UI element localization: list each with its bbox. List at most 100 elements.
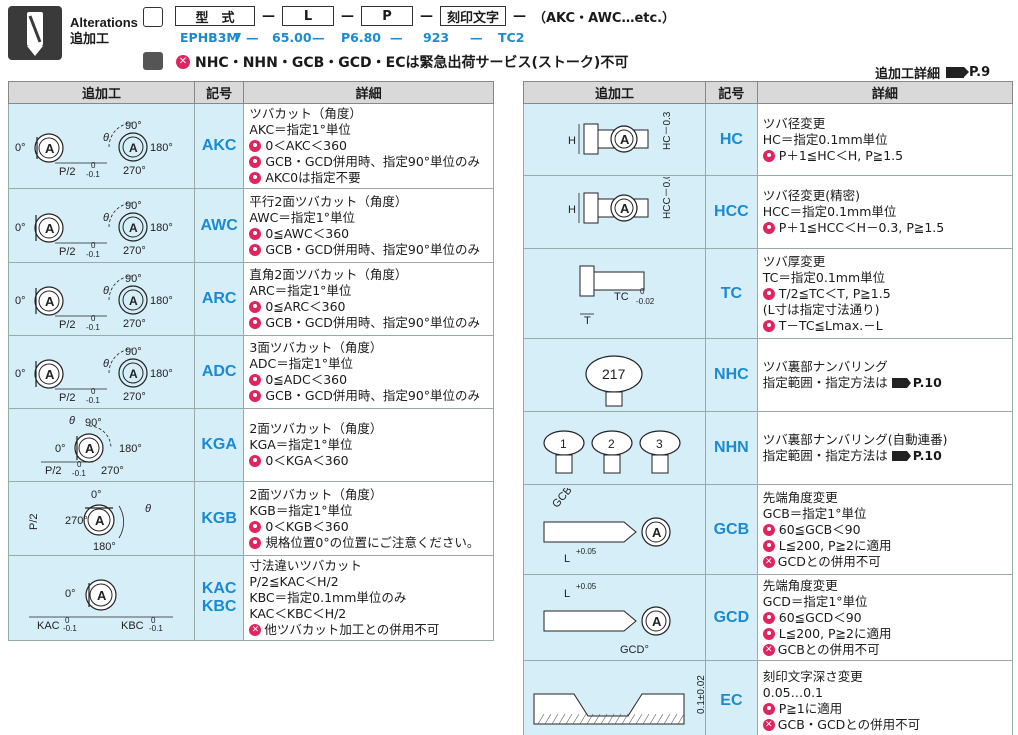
- detail-cell: 直角2面ツバカット（角度） ARC＝指定1°単位 0≦ARC＜360 GCB・GCD併…: [243, 262, 494, 336]
- tol-upper: 0: [91, 314, 96, 323]
- detail-text: GCB・GCDとの併用不可: [777, 717, 921, 732]
- alteration-figure: A 0° 90° 180° 270° θ P/2 0-0.1: [41, 415, 142, 478]
- tol-upper: +0.05: [576, 547, 597, 556]
- figure-cell: L +0.05 GCD° A: [523, 574, 706, 661]
- code-box-l: L: [282, 6, 334, 26]
- page-ref-link[interactable]: P.10: [913, 448, 942, 464]
- truck-icon: [143, 52, 163, 70]
- detail-text: HCC＝指定0.1mm単位: [762, 204, 897, 219]
- code-box-marking: 刻印文字: [440, 6, 506, 26]
- detail-text: 0＜KGA＜360: [265, 453, 349, 468]
- detail-line: 60≦GCB＜90: [762, 521, 1007, 538]
- prohibited-icon: ✕: [762, 555, 775, 568]
- detail-cell: 刻印文字深さ変更 0.05…0.1 P≧1に適用 ✕ GCB・GCDとの併用不可: [756, 660, 1014, 735]
- detail-text: ADC＝指定1°単位: [249, 356, 353, 371]
- h-dimension: H: [568, 135, 576, 147]
- figure-cell: 0° A A 90° 180° 270° θ P/2 0 -0.1: [8, 335, 195, 409]
- shank-side: [593, 271, 645, 290]
- theta-label: θ: [103, 132, 109, 144]
- theta-label: θ: [103, 285, 109, 297]
- detail-line: GCB・GCD併用時、指定90°単位のみ: [249, 242, 488, 258]
- figure-cell: A 0° 90° 180° 270° θ P/2 0 -0.1: [8, 408, 195, 482]
- marking-number: 217: [602, 366, 626, 382]
- note-icon: [762, 539, 775, 552]
- detail-line: 0.05…0.1: [763, 685, 1007, 701]
- page-ref-link[interactable]: P.10: [913, 375, 942, 391]
- detail-cell: 寸法違いツバカット P/2≦KAC＜H/2 KBC＝指定0.1mm単位のみ KAC＜K…: [243, 555, 494, 641]
- note-icon: [249, 390, 262, 402]
- alteration-figure: 0° A A 90° 180° 270° θ P/2 0-0.1: [15, 200, 173, 259]
- dial-letter: A: [129, 221, 138, 235]
- detail-line: ツバ裏部ナンバリング: [763, 359, 1007, 375]
- detail-text: 2面ツバカット（角度）: [249, 486, 383, 502]
- note-icon: [762, 222, 775, 234]
- detail-text: P＋1≦HC＜H, P≧1.5: [778, 147, 904, 163]
- angle-0: 0°: [15, 142, 26, 154]
- table-row: T TC 0 -0.02 TC ツバ厚変更 TC＝指定0.1mm単位 T/2≦TC＜T, P≧…: [523, 248, 1014, 339]
- shank: [603, 454, 621, 474]
- detail-text: GCDとの併用不可: [777, 553, 881, 569]
- dial-letter: A: [129, 367, 138, 381]
- note-icon: [249, 455, 262, 467]
- marking-letter: A: [97, 588, 107, 603]
- detail-line: 規格位置0°の位置にご注意ください。: [249, 535, 488, 551]
- angle-180: 180°: [150, 295, 173, 307]
- detail-text: KAC＜KBC＜H/2: [249, 606, 347, 621]
- figure-cell: 0.1±0.02: [523, 660, 706, 735]
- note-icon: [762, 523, 775, 536]
- right-alterations-table: 追加工 記号 詳細 H A HC－0.3 HC ツバ径変更 HC＝指定0.1mm単位 P＋1…: [523, 81, 1014, 735]
- dial-letter: A: [129, 294, 138, 308]
- detail-text: GCB・GCD併用時、指定90°単位のみ: [265, 154, 481, 169]
- detail-line: 2面ツバカット（角度）: [249, 421, 488, 437]
- shank: [605, 391, 623, 407]
- marking-letter: A: [45, 141, 55, 156]
- detail-text: 指定範囲・指定方法は: [762, 375, 888, 390]
- detail-line: GCB・GCD併用時、指定90°単位のみ: [249, 388, 488, 404]
- detail-line: ✕ 他ツバカット加工との併用不可: [249, 622, 488, 638]
- marking-letter: A: [620, 132, 630, 147]
- table-row: H A HC－0.3 HC ツバ径変更 HC＝指定0.1mm単位 P＋1≦HC＜H, P≧1…: [523, 103, 1014, 176]
- detail-text: 0≦ARC＜360: [265, 299, 346, 314]
- detail-line: KGB＝指定1°単位: [249, 503, 488, 519]
- detail-text: P/2≦KAC＜H/2: [249, 574, 339, 589]
- dial-letter: A: [129, 141, 138, 155]
- detail-line: ツバ径変更: [763, 116, 1007, 132]
- detail-line: ARC＝指定1°単位: [249, 283, 488, 299]
- detail-text: 寸法違いツバカット: [249, 558, 362, 573]
- detail-text: 0.05…0.1: [762, 685, 823, 700]
- marking-number: 2: [608, 437, 615, 451]
- pin-tip-side: [543, 610, 637, 631]
- alteration-figure: 1 2 3: [543, 430, 681, 474]
- detail-line: 先端角度変更: [763, 490, 1007, 506]
- phone-icon: [143, 7, 163, 27]
- detail-reference[interactable]: 追加工詳細 P.9: [875, 63, 990, 82]
- detail-text: 60≦GCB＜90: [778, 521, 861, 537]
- detail-line: AWC＝指定1°単位: [249, 210, 488, 226]
- detail-text: 0≦ADC＜360: [265, 372, 348, 387]
- kac-dimension: KAC: [37, 620, 60, 631]
- note-icon: [249, 520, 262, 533]
- tol-lower: -0.1: [86, 250, 100, 259]
- detail-text: ツバカット（角度）: [249, 106, 362, 121]
- detail-text: T/2≦TC＜T, P≧1.5: [778, 285, 891, 301]
- alteration-code: ADC: [193, 335, 245, 409]
- alteration-figure: 0.1±0.02: [533, 675, 704, 725]
- marking-letter: A: [652, 525, 662, 540]
- tol-upper: 0: [640, 287, 645, 296]
- detail-text: 刻印文字深さ変更: [762, 669, 863, 684]
- angle-90: 90°: [85, 417, 102, 429]
- figure-cell: H A HC－0.3: [523, 103, 706, 176]
- detail-line: T/2≦TC＜T, P≧1.5: [762, 285, 1007, 302]
- tol-lower: -0.1: [63, 624, 77, 631]
- table-row: 0.1±0.02 EC 刻印文字深さ変更 0.05…0.1 P≧1に適用 ✕ GCB・GCD…: [523, 660, 1014, 735]
- marking-letter: A: [45, 221, 55, 236]
- detail-text: L≦200, P≧2に適用: [778, 537, 892, 553]
- detail-line: 指定範囲・指定方法は P.10: [763, 375, 1007, 391]
- tol-lower: -0.02: [636, 297, 655, 306]
- detail-line: P＋1≦HC＜H, P≧1.5: [762, 147, 1007, 164]
- angle-180: 180°: [150, 222, 173, 234]
- angle-180: 180°: [119, 443, 142, 455]
- figure-cell: A 0° 270° 180° θ P/2: [8, 481, 195, 556]
- section-title: Alterations 追加工: [70, 15, 138, 47]
- table-row: A 0° 90° 180° 270° θ P/2 0 -0.1 KGA 2面ツバカット（角度） KGA…: [8, 408, 494, 482]
